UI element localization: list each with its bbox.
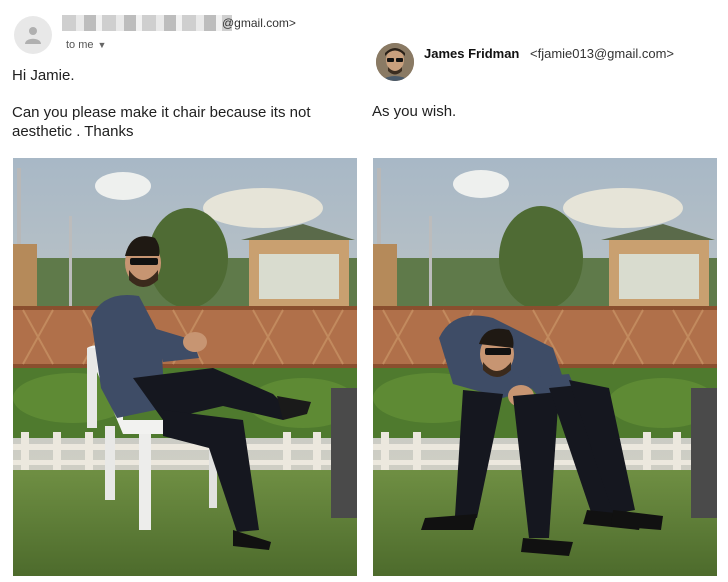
original-photo	[13, 158, 357, 576]
reply-message: As you wish.	[372, 103, 457, 120]
greeting-text: Hi Jamie.	[12, 67, 75, 84]
sender-avatar[interactable]	[14, 16, 52, 54]
recipient-dropdown[interactable]: to me ▼	[66, 39, 106, 51]
profile-photo-icon	[376, 43, 414, 81]
person-icon	[25, 27, 41, 44]
sender-email: <fjamie013@gmail.com>	[530, 46, 674, 61]
sender-email-domain: @gmail.com>	[222, 16, 296, 30]
edited-photo	[373, 158, 717, 576]
james-avatar[interactable]	[376, 43, 414, 81]
redacted-sender-name	[62, 15, 232, 31]
recipient-label: to me	[66, 39, 94, 51]
chevron-down-icon: ▼	[97, 40, 107, 50]
sender-name: James Fridman	[424, 46, 520, 61]
message-body: Can you please make it chair because its…	[12, 104, 311, 140]
